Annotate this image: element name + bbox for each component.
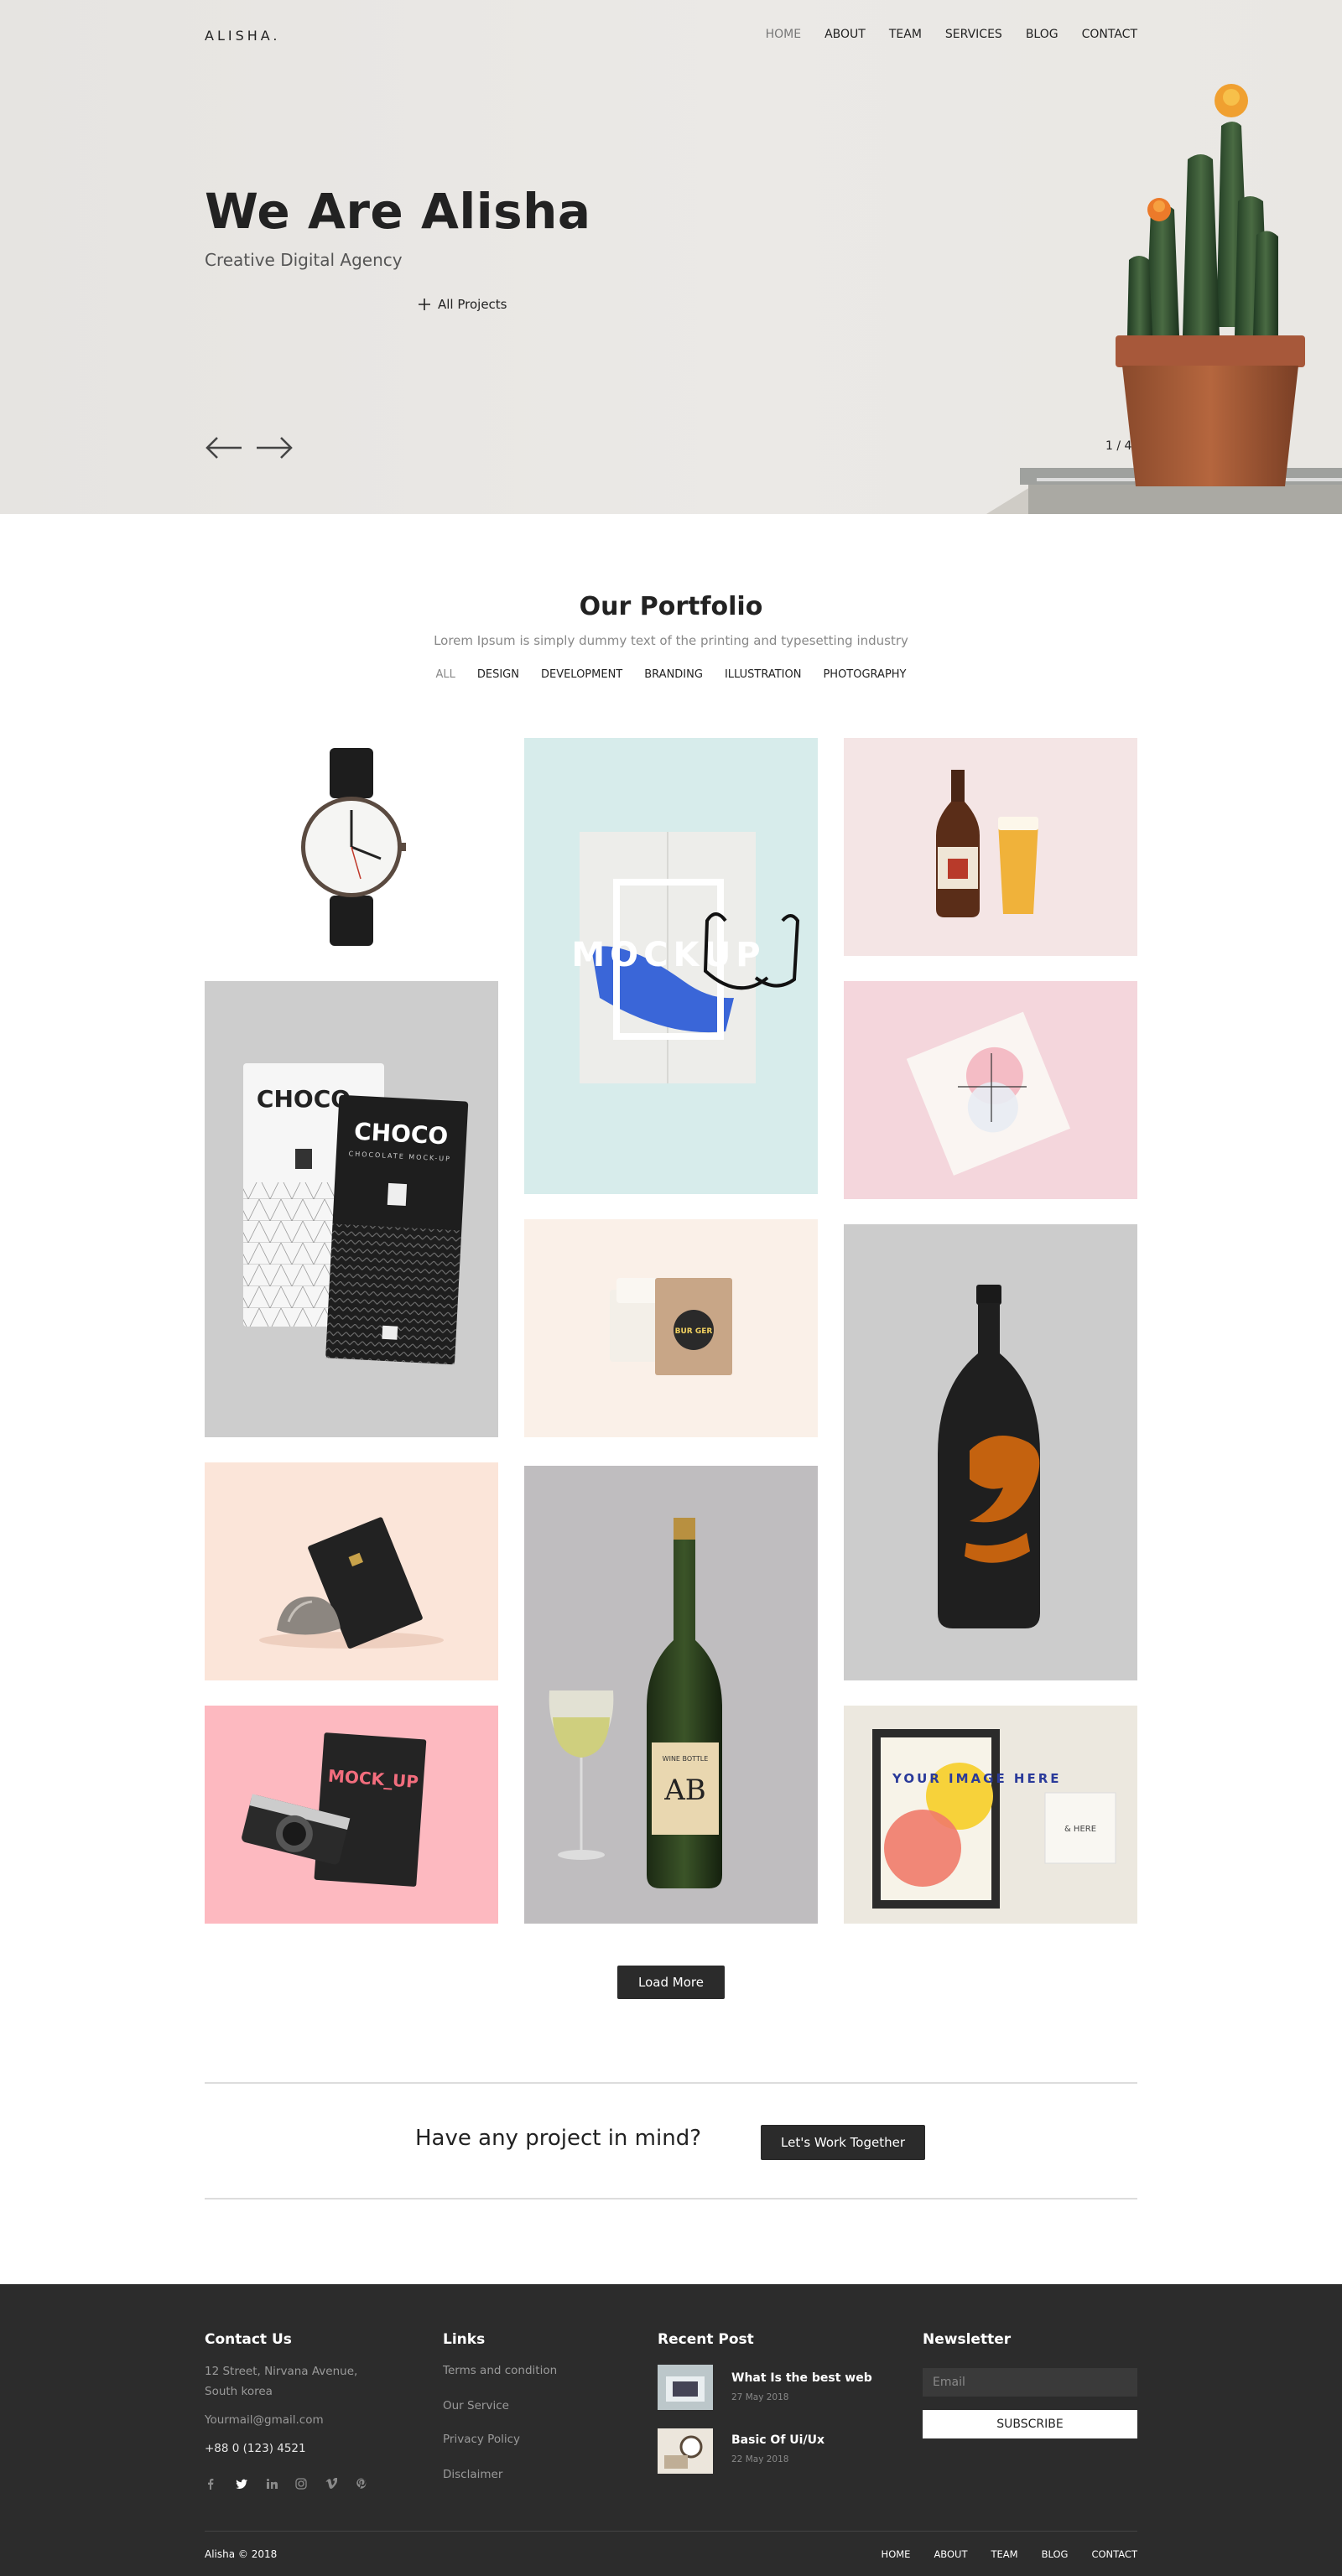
- filter-illustration[interactable]: ILLUSTRATION: [725, 668, 802, 681]
- footer-address-line2: South korea: [205, 2385, 273, 2398]
- all-projects-label: All Projects: [438, 297, 507, 312]
- hero-title: We Are Alisha: [205, 183, 591, 240]
- wine-monogram: AB: [663, 1774, 706, 1807]
- cta-text: Have any project in mind?: [415, 2126, 701, 2151]
- portfolio-item-black-bottle[interactable]: [844, 1224, 1137, 1680]
- post-title-2[interactable]: Basic Of Ui/Ux: [731, 2433, 824, 2447]
- mock-poster-image: MOCKUP: [571, 832, 800, 1083]
- hero-section: ALISHA. HOME ABOUT TEAM SERVICES BLOG CO…: [0, 0, 1342, 514]
- facebook-icon[interactable]: [205, 2478, 216, 2490]
- work-together-button[interactable]: Let's Work Together: [761, 2125, 925, 2160]
- footer-nav-about[interactable]: ABOUT: [934, 2548, 967, 2560]
- portfolio-item-burger-box[interactable]: BUR GER: [524, 1219, 818, 1437]
- portfolio-item-beer[interactable]: [844, 738, 1137, 956]
- all-projects-link[interactable]: All Projects: [418, 297, 507, 312]
- portfolio-subtitle: Lorem Ipsum is simply dummy text of the …: [434, 633, 908, 648]
- hero-subtitle: Creative Digital Agency: [205, 250, 403, 270]
- nav-blog[interactable]: BLOG: [1026, 28, 1059, 41]
- twitter-icon[interactable]: [236, 2478, 247, 2490]
- footer-email[interactable]: Yourmail@gmail.com: [205, 2410, 324, 2430]
- instagram-icon[interactable]: [295, 2478, 307, 2490]
- poster-label: YOUR IMAGE HERE: [892, 1771, 1062, 1786]
- mock-letters: MOCKUP: [571, 936, 765, 974]
- filter-development[interactable]: DEVELOPMENT: [541, 668, 622, 681]
- portfolio-item-wine-bottle[interactable]: WINE BOTTLE AB: [524, 1466, 818, 1924]
- load-more-button[interactable]: Load More: [617, 1966, 725, 1999]
- wine-brand-label: WINE BOTTLE: [663, 1755, 709, 1763]
- arrow-left-icon[interactable]: [205, 433, 243, 463]
- cta-divider-bottom: [205, 2198, 1137, 2199]
- post-date-2: 22 May 2018: [731, 2454, 789, 2464]
- black-bottle-image: [938, 1285, 1040, 1628]
- footer-nav-home[interactable]: HOME: [882, 2548, 911, 2560]
- pink-card-image: [906, 1011, 1071, 1176]
- choco-label-b: CHOCO: [353, 1118, 449, 1150]
- plus-icon: [419, 299, 430, 310]
- linkedin-icon[interactable]: [266, 2478, 278, 2490]
- portfolio-title: Our Portfolio: [579, 592, 763, 621]
- filter-all[interactable]: ALL: [435, 668, 455, 681]
- filter-branding[interactable]: BRANDING: [644, 668, 703, 681]
- portfolio-filters: ALL DESIGN DEVELOPMENT BRANDING ILLUSTRA…: [0, 668, 1342, 681]
- nav-contact[interactable]: CONTACT: [1082, 28, 1137, 41]
- chocolate-image: CHOCO CHOCO CHOCOLATE MOCK-UP: [243, 1063, 469, 1365]
- footer-contact-title: Contact Us: [205, 2331, 292, 2348]
- burger-box-image: BUR GER: [610, 1278, 732, 1375]
- footer-links-title: Links: [443, 2331, 486, 2348]
- nav-team[interactable]: TEAM: [889, 28, 922, 41]
- beer-image: [936, 770, 1038, 917]
- vimeo-icon[interactable]: [325, 2478, 337, 2490]
- post-thumbnail[interactable]: [658, 2365, 713, 2410]
- subscribe-button[interactable]: SUBSCRIBE: [923, 2410, 1137, 2438]
- filter-photography[interactable]: PHOTOGRAPHY: [823, 668, 906, 681]
- wine-bottle-image: WINE BOTTLE AB: [549, 1518, 722, 1888]
- portfolio-item-poster-frame[interactable]: YOUR IMAGE HERE & HERE: [844, 1706, 1137, 1924]
- pinterest-icon[interactable]: [356, 2478, 367, 2490]
- watch-image: [301, 748, 406, 946]
- footer-nav: HOME ABOUT TEAM BLOG CONTACT: [0, 2548, 1137, 2560]
- filter-design[interactable]: DESIGN: [477, 668, 519, 681]
- footer-link-disclaimer[interactable]: Disclaimer: [443, 2468, 502, 2481]
- post-thumbnail-image: [658, 2365, 713, 2410]
- footer-nav-blog[interactable]: BLOG: [1042, 2548, 1069, 2560]
- portfolio-item-chocolate[interactable]: CHOCO CHOCO CHOCOLATE MOCK-UP: [205, 981, 498, 1437]
- portfolio-item-mock-poster[interactable]: MOCKUP: [524, 738, 818, 1194]
- arrow-right-icon[interactable]: [255, 433, 294, 463]
- footer-link-privacy[interactable]: Privacy Policy: [443, 2433, 520, 2446]
- newsletter-email-input[interactable]: [923, 2368, 1137, 2397]
- choco-label-a: CHOCO: [257, 1085, 351, 1113]
- post-title-1[interactable]: What Is the best web: [731, 2371, 872, 2385]
- post-thumbnail-image: [658, 2428, 713, 2474]
- business-card-image: [259, 1517, 444, 1649]
- footer-newsletter-title: Newsletter: [923, 2331, 1012, 2348]
- post-date-1: 27 May 2018: [731, 2392, 789, 2402]
- footer-link-terms[interactable]: Terms and condition: [443, 2364, 557, 2377]
- portfolio-item-pink-card[interactable]: [844, 981, 1137, 1199]
- mockup-book-image: MOCK_UP: [242, 1732, 427, 1887]
- nav-about[interactable]: ABOUT: [824, 28, 866, 41]
- small-card-label: & HERE: [1064, 1825, 1096, 1834]
- footer-nav-team[interactable]: TEAM: [991, 2548, 1018, 2560]
- footer-divider: [205, 2531, 1137, 2532]
- burger-label: BUR GER: [675, 1327, 713, 1336]
- cta-divider-top: [205, 2082, 1137, 2084]
- footer-nav-contact[interactable]: CONTACT: [1091, 2548, 1137, 2560]
- poster-frame-image: YOUR IMAGE HERE & HERE: [872, 1729, 1116, 1909]
- nav-home[interactable]: HOME: [766, 28, 801, 41]
- portfolio-item-mockup-book[interactable]: MOCK_UP: [205, 1706, 498, 1924]
- portfolio-item-business-card[interactable]: [205, 1462, 498, 1680]
- footer-address-line1: 12 Street, Nirvana Avenue,: [205, 2365, 358, 2378]
- nav-services[interactable]: SERVICES: [945, 28, 1002, 41]
- post-thumbnail[interactable]: [658, 2428, 713, 2474]
- cactus-image: [986, 84, 1342, 514]
- footer-phone: +88 0 (123) 4521: [205, 2442, 306, 2455]
- main-nav: HOME ABOUT TEAM SERVICES BLOG CONTACT: [0, 28, 1137, 41]
- footer-recent-post-title: Recent Post: [658, 2331, 754, 2348]
- footer-link-service[interactable]: Our Service: [443, 2399, 509, 2412]
- portfolio-item-watch[interactable]: [205, 738, 498, 956]
